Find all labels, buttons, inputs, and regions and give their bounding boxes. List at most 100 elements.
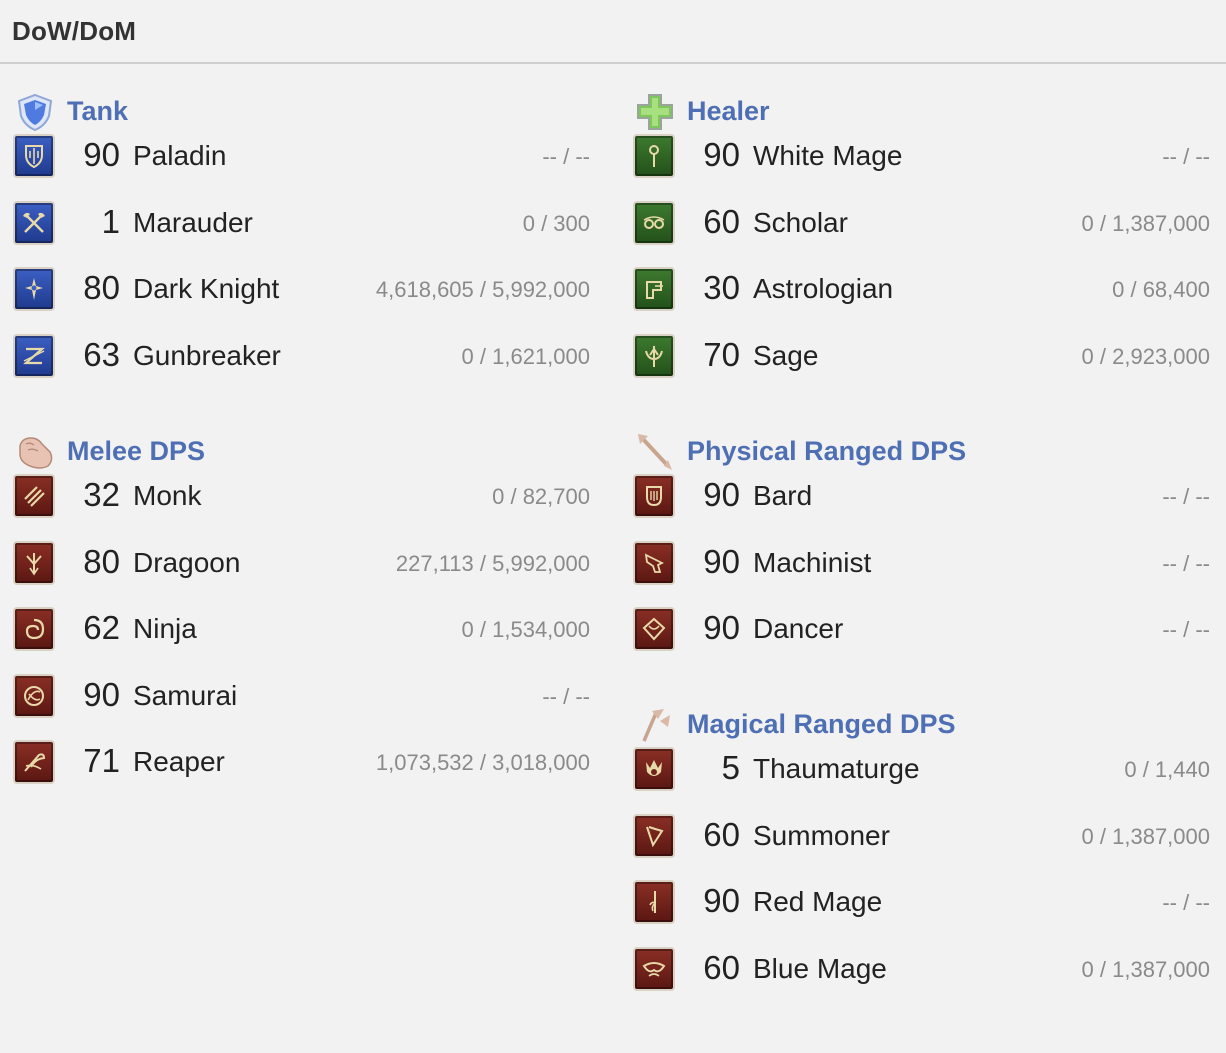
magic-staff-icon (634, 705, 676, 745)
job-name: Ninja (133, 613, 197, 644)
job-exp: -- / -- (1162, 550, 1210, 576)
job-name: Scholar (753, 206, 848, 238)
fist-icon (14, 432, 56, 472)
job-level: 32 (83, 476, 120, 513)
job-exp: 4,618,605 / 5,992,000 (375, 277, 590, 302)
category-healer: Healer 90 White Mage -- / -- 60 Scholar … (632, 90, 1212, 402)
category-tank: Tank 90 Paladin -- / -- 1 Marauder 0 / 3… (12, 90, 592, 402)
green-cross-icon (634, 92, 676, 132)
category-label: Magical Ranged DPS (687, 709, 956, 739)
job-level: 60 (703, 202, 740, 240)
job-row-reaper[interactable]: 71 Reaper 1,073,532 / 3,018,000 (12, 740, 592, 809)
job-row-dark-knight[interactable]: 80 Dark Knight 4,618,605 / 5,992,000 (12, 267, 592, 336)
job-level: 90 (703, 136, 740, 173)
job-level: 63 (83, 335, 120, 373)
dragoon-icon (13, 540, 55, 585)
job-exp: 0 / 1,440 (1124, 757, 1210, 782)
job-level: 80 (83, 542, 120, 580)
job-exp: -- / -- (1162, 617, 1210, 642)
job-row-gunbreaker[interactable]: 63 Gunbreaker 0 / 1,621,000 (12, 333, 592, 403)
job-level: 90 (83, 675, 120, 713)
job-name: Samurai (133, 679, 238, 711)
scholar-icon (633, 200, 675, 245)
job-level: 30 (703, 269, 740, 306)
machinist-icon (633, 540, 675, 585)
monk-icon (13, 474, 55, 518)
job-name: Paladin (133, 140, 227, 171)
shield-icon (14, 92, 56, 132)
job-row-scholar[interactable]: 60 Scholar 0 / 1,387,000 (632, 200, 1212, 270)
category-label: Melee DPS (67, 436, 206, 466)
job-row-astrologian[interactable]: 30 Astrologian 0 / 68,400 (632, 267, 1212, 336)
job-level: 62 (83, 609, 120, 646)
job-name: Dragoon (133, 546, 241, 578)
category-melee-dps: Melee DPS 32 Monk 0 / 82,700 80 Dragoon … (12, 430, 592, 809)
section-header: DoW/DoM (0, 0, 1226, 64)
category-header: Melee DPS (12, 430, 592, 476)
job-exp: -- / -- (1162, 484, 1210, 509)
job-row-dancer[interactable]: 90 Dancer -- / -- (632, 607, 1212, 676)
summoner-icon (633, 813, 675, 858)
job-level: 60 (703, 815, 740, 853)
category-physical-ranged-dps: Physical Ranged DPS 90 Bard -- / -- 90 M… (632, 430, 1212, 676)
job-row-summoner[interactable]: 60 Summoner 0 / 1,387,000 (632, 813, 1212, 883)
job-exp: 0 / 68,400 (1112, 277, 1210, 302)
reaper-icon (13, 740, 55, 784)
job-exp: 0 / 300 (522, 210, 590, 236)
job-row-paladin[interactable]: 90 Paladin -- / -- (12, 134, 592, 203)
category-header: Healer (632, 90, 1212, 136)
job-name: Dancer (753, 613, 844, 644)
job-exp: 1,073,532 / 3,018,000 (375, 750, 590, 775)
job-row-bard[interactable]: 90 Bard -- / -- (632, 474, 1212, 543)
red-mage-icon (633, 880, 675, 924)
job-row-monk[interactable]: 32 Monk 0 / 82,700 (12, 474, 592, 543)
job-level: 90 (83, 136, 120, 173)
job-exp: 0 / 1,387,000 (1081, 956, 1210, 982)
job-level: 90 (703, 609, 740, 646)
job-name: Gunbreaker (133, 339, 281, 371)
white-mage-icon (633, 134, 675, 178)
job-level: 90 (703, 542, 740, 580)
blue-mage-icon (633, 946, 675, 991)
job-name: Thaumaturge (753, 753, 920, 784)
job-row-red-mage[interactable]: 90 Red Mage -- / -- (632, 880, 1212, 949)
job-level: 71 (83, 742, 120, 779)
job-level: 5 (721, 749, 740, 786)
category-label: Healer (687, 96, 770, 126)
job-row-blue-mage[interactable]: 60 Blue Mage 0 / 1,387,000 (632, 946, 1212, 1016)
job-exp: -- / -- (1162, 890, 1210, 915)
job-row-machinist[interactable]: 90 Machinist -- / -- (632, 540, 1212, 610)
job-level: 90 (703, 882, 740, 919)
samurai-icon (13, 673, 55, 718)
category-label: Tank (67, 96, 129, 126)
job-exp: 0 / 1,387,000 (1081, 823, 1210, 849)
job-name: White Mage (753, 140, 903, 171)
job-row-samurai[interactable]: 90 Samurai -- / -- (12, 673, 592, 743)
page-title: DoW/DoM (12, 16, 137, 46)
gunbreaker-icon (13, 333, 55, 378)
sage-icon (633, 333, 675, 378)
category-label: Physical Ranged DPS (687, 436, 967, 466)
dancer-icon (633, 607, 675, 651)
job-name: Red Mage (753, 886, 883, 917)
job-row-thaumaturge[interactable]: 5 Thaumaturge 0 / 1,440 (632, 747, 1212, 816)
job-exp: 227,113 / 5,992,000 (395, 550, 590, 576)
job-row-white-mage[interactable]: 90 White Mage -- / -- (632, 134, 1212, 203)
job-row-dragoon[interactable]: 80 Dragoon 227,113 / 5,992,000 (12, 540, 592, 610)
job-name: Reaper (133, 746, 225, 777)
job-level: 90 (703, 476, 740, 513)
job-level: 70 (703, 335, 740, 373)
paladin-icon (13, 134, 55, 178)
job-row-ninja[interactable]: 62 Ninja 0 / 1,534,000 (12, 607, 592, 676)
job-exp: -- / -- (542, 683, 590, 709)
job-name: Bard (753, 480, 813, 511)
astrologian-icon (633, 267, 675, 311)
job-name: Monk (133, 480, 202, 511)
job-row-marauder[interactable]: 1 Marauder 0 / 300 (12, 200, 592, 270)
arrow-icon (634, 432, 676, 472)
job-row-sage[interactable]: 70 Sage 0 / 2,923,000 (632, 333, 1212, 403)
job-name: Blue Mage (753, 952, 887, 984)
job-name: Machinist (753, 546, 872, 578)
job-exp: 0 / 1,534,000 (461, 617, 590, 642)
job-exp: 0 / 82,700 (492, 484, 590, 509)
